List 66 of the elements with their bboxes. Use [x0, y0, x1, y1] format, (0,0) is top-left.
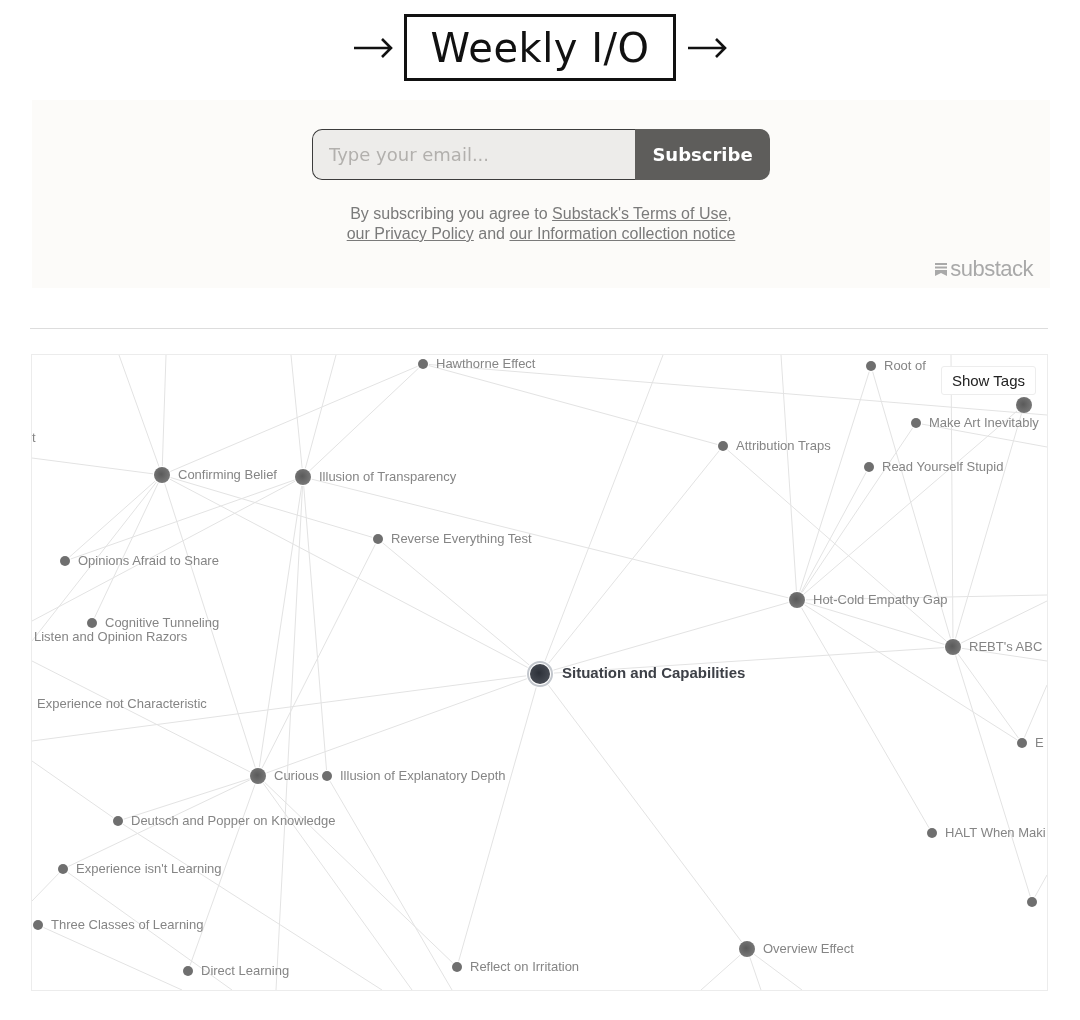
node-dot-icon[interactable]: [1016, 397, 1032, 413]
node-dot-icon[interactable]: [87, 618, 97, 628]
node-label[interactable]: Opinions Afraid to Share: [78, 553, 219, 569]
node-dot-icon[interactable]: [945, 639, 961, 655]
graph-edge: [1034, 874, 1047, 898]
node-dot-icon[interactable]: [718, 441, 728, 451]
node-label[interactable]: Curious: [274, 768, 319, 784]
terms-link[interactable]: our Privacy Policy: [346, 225, 474, 242]
node-dot-icon[interactable]: [60, 556, 70, 566]
node-dot-icon[interactable]: [322, 771, 332, 781]
node-label[interactable]: Reflect on Irritation: [470, 959, 580, 975]
email-field[interactable]: Type your email...: [312, 129, 635, 180]
show-tags-button[interactable]: Show Tags: [940, 366, 1036, 395]
node-label[interactable]: Listen and Opinion Razors: [34, 629, 188, 645]
node-dot-icon[interactable]: [250, 768, 266, 784]
node-label[interactable]: Overview Effect: [763, 941, 854, 957]
node-dot-icon[interactable]: [864, 462, 874, 472]
node-dot-icon[interactable]: [1027, 897, 1037, 907]
terms-notice: By subscribing you agree to Substack's Terms of Use, our Privacy Policy and our Information collection notice: [345, 204, 737, 244]
node-dot-icon[interactable]: [373, 534, 383, 544]
node-label[interactable]: Hawthorne Effect: [436, 356, 536, 372]
node-dot-icon[interactable]: [33, 920, 43, 930]
node-label[interactable]: E: [1035, 735, 1044, 751]
node-label[interactable]: Read Yourself Stupid: [882, 459, 1004, 475]
node-dot-icon[interactable]: [1017, 738, 1027, 748]
arrow-icon: [687, 36, 727, 59]
node-dot-icon[interactable]: [911, 418, 921, 428]
bookmark-icon: [935, 262, 948, 276]
node-label[interactable]: Experience not Characteristic: [37, 696, 207, 712]
node-label[interactable]: Three Classes of Learning: [51, 917, 204, 933]
node-label[interactable]: REBT's ABC: [969, 639, 1043, 655]
node-dot-icon[interactable]: [866, 361, 876, 371]
node-label[interactable]: Cognitive Tunneling: [105, 615, 220, 631]
node-label[interactable]: Illusion of Transparency: [319, 469, 457, 485]
node-label[interactable]: Direct Learning: [201, 963, 290, 979]
node-dot-icon[interactable]: [418, 359, 428, 369]
node-label[interactable]: t: [32, 430, 36, 446]
graph-edge: [32, 872, 60, 902]
node-dot-icon[interactable]: [295, 469, 311, 485]
node-label[interactable]: Root of: [884, 358, 926, 374]
node-label[interactable]: Experience isn't Learning: [76, 861, 222, 877]
terms-link[interactable]: Substack's Terms of Use: [552, 205, 728, 222]
node-dot-icon[interactable]: [739, 941, 755, 957]
node-label[interactable]: Attribution Traps: [736, 438, 831, 454]
terms-link[interactable]: our Information collection notice: [509, 225, 736, 242]
node-label[interactable]: Reverse Everything Test: [391, 531, 532, 547]
graph-edge: [700, 954, 741, 990]
brand-wordmark[interactable]: substack: [950, 257, 1033, 281]
node-label[interactable]: Deutsch and Popper on Knowledge: [131, 813, 336, 829]
node-dot-icon[interactable]: [789, 592, 805, 608]
node-dot-icon[interactable]: [154, 467, 170, 483]
node-label[interactable]: Situation and Capabilities: [562, 665, 746, 681]
node-dot-icon[interactable]: [113, 816, 123, 826]
node-label[interactable]: HALT When Maki: [945, 825, 1046, 841]
node-dot-icon[interactable]: [452, 962, 462, 972]
node-label[interactable]: Confirming Belief: [178, 467, 277, 483]
node-dot-icon[interactable]: [527, 661, 553, 687]
arrow-icon: [353, 36, 393, 59]
node-label[interactable]: Make Art Inevitably: [929, 415, 1039, 431]
logo-wordmark[interactable]: Weekly I/O: [404, 14, 676, 81]
node-label[interactable]: Illusion of Explanatory Depth: [340, 768, 506, 784]
node-dot-icon[interactable]: [183, 966, 193, 976]
subscribe-button[interactable]: Subscribe: [635, 129, 770, 180]
node-label[interactable]: Hot-Cold Empathy Gap: [813, 592, 948, 608]
node-dot-icon[interactable]: [927, 828, 937, 838]
node-dot-icon[interactable]: [58, 864, 68, 874]
